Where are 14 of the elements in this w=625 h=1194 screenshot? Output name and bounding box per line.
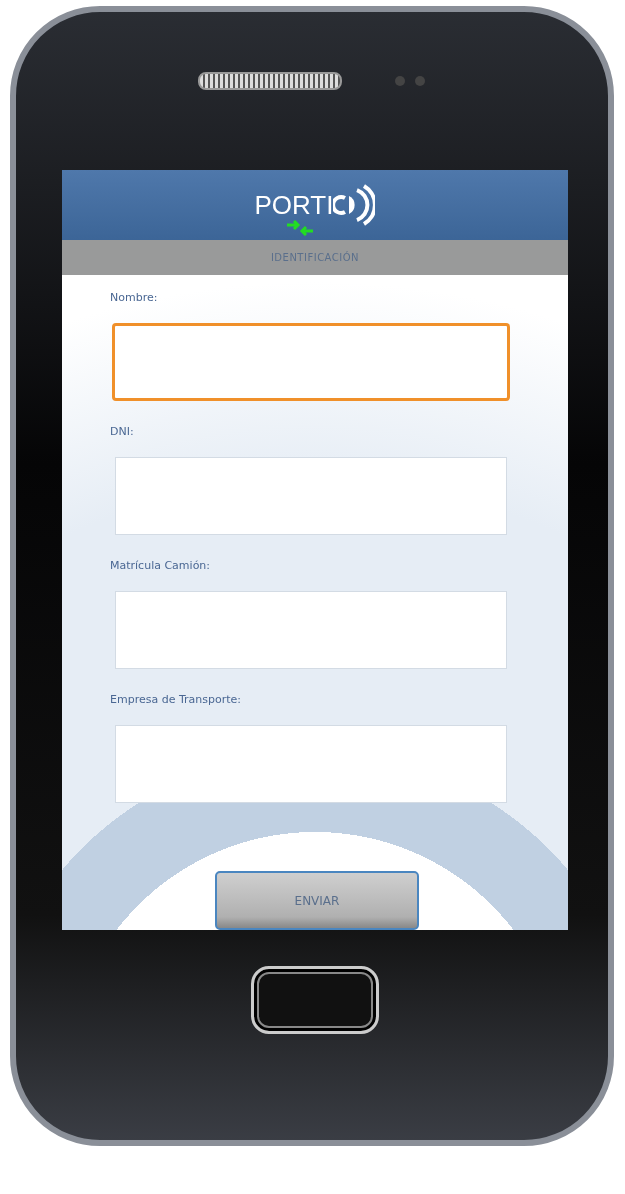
- screen-title: IDENTIFICACIÓN: [270, 252, 360, 264]
- field-label: Matrícula Camión:: [110, 559, 212, 575]
- input-field[interactable]: [115, 591, 507, 670]
- field-label: Nombre:: [110, 291, 159, 307]
- converging-arrows-icon: [284, 220, 315, 237]
- input-field[interactable]: [115, 457, 507, 536]
- input-field[interactable]: [115, 725, 507, 804]
- logo-text: PORTI: [254, 189, 334, 221]
- signal-waves-icon: [333, 184, 376, 227]
- submit-button[interactable]: ENVIAR: [215, 871, 419, 930]
- field-label: Empresa de Transporte:: [110, 693, 242, 709]
- field-label: DNI:: [110, 425, 135, 441]
- home-button[interactable]: [251, 966, 379, 1034]
- input-field[interactable]: [112, 323, 510, 402]
